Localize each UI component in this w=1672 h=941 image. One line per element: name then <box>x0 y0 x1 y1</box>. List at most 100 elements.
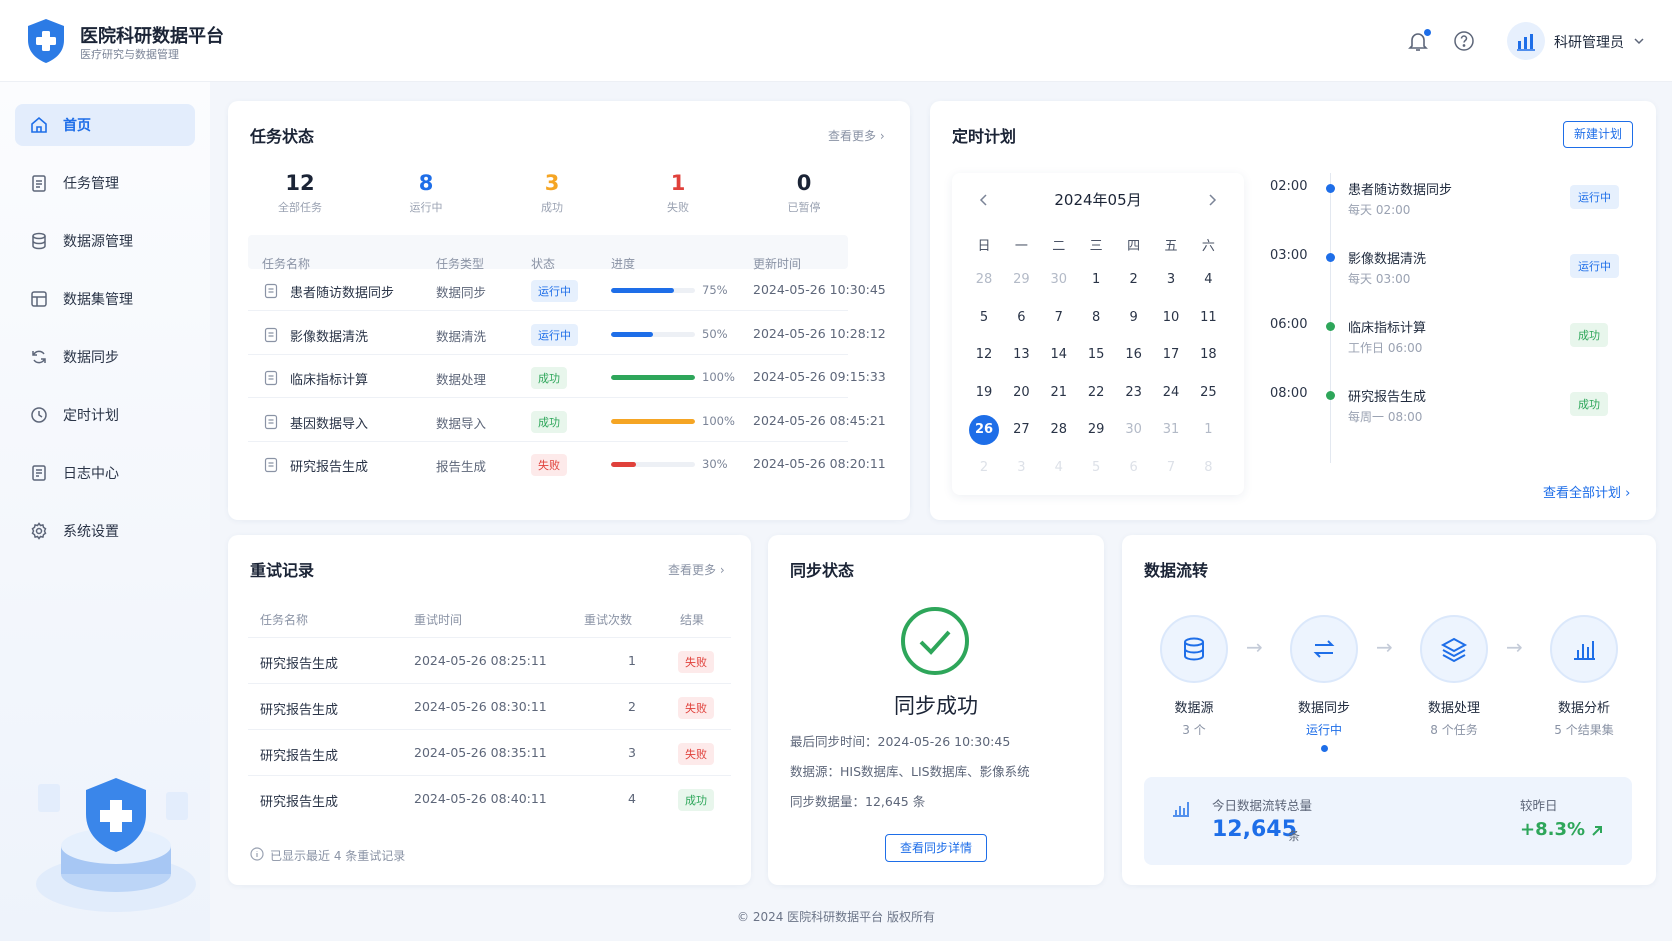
calendar-day[interactable]: 6 <box>1006 303 1036 333</box>
calendar-day[interactable]: 20 <box>1006 378 1036 408</box>
schedule-name[interactable]: 临床指标计算 <box>1348 317 1426 336</box>
calendar-day[interactable]: 10 <box>1156 303 1186 333</box>
flow-step[interactable] <box>1160 615 1228 683</box>
calendar-day[interactable]: 8 <box>1081 303 1111 333</box>
stat-label: 运行中 <box>409 201 443 214</box>
stat-label: 成功 <box>541 201 563 214</box>
chevron-down-icon[interactable] <box>1632 34 1646 48</box>
task-name[interactable]: 研究报告生成 <box>290 456 368 475</box>
calendar-day[interactable]: 17 <box>1156 340 1186 370</box>
new-plan-button[interactable]: 新建计划 <box>1563 121 1633 148</box>
task-name[interactable]: 患者随访数据同步 <box>290 282 394 301</box>
sidebar-item-data-sync[interactable]: 数据同步 <box>15 336 195 378</box>
view-all-plans-link[interactable]: 查看全部计划 › <box>1543 482 1630 501</box>
stat-item[interactable]: 3 成功 <box>492 171 612 215</box>
flow-step-name: 数据源 <box>1174 701 1214 716</box>
sidebar-item-dataset-management[interactable]: 数据集管理 <box>15 278 195 320</box>
help-icon[interactable] <box>1453 30 1475 52</box>
card-title: 定时计划 <box>952 127 1017 146</box>
calendar-day[interactable]: 29 <box>1006 265 1036 295</box>
calendar-day[interactable]: 22 <box>1081 378 1111 408</box>
calendar-day[interactable]: 28 <box>1044 415 1074 445</box>
task-name[interactable]: 临床指标计算 <box>290 369 368 388</box>
calendar-day[interactable]: 30 <box>1044 265 1074 295</box>
schedule-name[interactable]: 患者随访数据同步 <box>1348 179 1452 198</box>
progress-percent: 75% <box>702 283 728 297</box>
view-sync-details-button[interactable]: 查看同步详情 <box>885 834 987 862</box>
calendar-day[interactable]: 13 <box>1006 340 1036 370</box>
calendar-day[interactable]: 23 <box>1119 378 1149 408</box>
calendar-day[interactable]: 28 <box>969 265 999 295</box>
flow-step[interactable] <box>1550 615 1618 683</box>
calendar-day[interactable]: 12 <box>969 340 999 370</box>
calendar-day[interactable]: 2 <box>1119 265 1149 295</box>
calendar-day[interactable]: 1 <box>1081 265 1111 295</box>
update-time: 2024-05-26 10:28:12 <box>753 325 886 341</box>
retry-task-name[interactable]: 研究报告生成 <box>260 653 338 672</box>
calendar-day[interactable]: 18 <box>1193 340 1223 370</box>
sidebar-item-home[interactable]: 首页 <box>15 104 195 146</box>
sidebar-item-datasource-management[interactable]: 数据源管理 <box>15 220 195 262</box>
sidebar-item-label: 首页 <box>63 118 91 134</box>
progress-fill <box>611 462 637 467</box>
sidebar-item-schedule[interactable]: 定时计划 <box>15 394 195 436</box>
bar-chart-icon <box>1173 802 1189 817</box>
column-header: 任务名称 <box>262 257 311 271</box>
calendar-day[interactable]: 11 <box>1193 303 1223 333</box>
schedule-name[interactable]: 影像数据清洗 <box>1348 248 1426 267</box>
progress-fill <box>611 331 653 337</box>
calendar-day[interactable]: 1 <box>1193 415 1223 445</box>
retry-count: 1 <box>628 653 636 668</box>
stat-item[interactable]: 0 已暂停 <box>744 171 864 215</box>
calendar-day[interactable]: 19 <box>969 378 999 408</box>
calendar-day[interactable]: 7 <box>1156 453 1186 483</box>
calendar-day[interactable]: 27 <box>1006 415 1036 445</box>
retry-task-name[interactable]: 研究报告生成 <box>260 699 338 718</box>
calendar-day[interactable]: 21 <box>1044 378 1074 408</box>
sidebar-item-log-center[interactable]: 日志中心 <box>15 452 195 494</box>
calendar-day[interactable]: 3 <box>1156 265 1186 295</box>
chevron-right-icon[interactable] <box>1206 193 1218 207</box>
calendar-day[interactable]: 5 <box>969 303 999 333</box>
calendar-day[interactable]: 15 <box>1081 340 1111 370</box>
user-name[interactable]: 科研管理员 <box>1554 32 1624 52</box>
stat-item[interactable]: 1 失败 <box>618 171 738 215</box>
view-more-link[interactable]: 查看更多 › <box>668 561 725 578</box>
avatar[interactable] <box>1507 22 1545 60</box>
task-name[interactable]: 基因数据导入 <box>290 413 368 432</box>
calendar-day[interactable]: 24 <box>1156 378 1186 408</box>
stat-item[interactable]: 8 运行中 <box>366 171 486 215</box>
calendar-day[interactable]: 26 <box>969 415 999 445</box>
calendar-day[interactable]: 6 <box>1119 453 1149 483</box>
stat-value: 1 <box>670 171 686 195</box>
sidebar-item-task-management[interactable]: 任务管理 <box>15 162 195 204</box>
weekday-label: 二 <box>1052 239 1066 254</box>
calendar-day[interactable]: 4 <box>1193 265 1223 295</box>
calendar-day[interactable]: 9 <box>1119 303 1149 333</box>
calendar-day[interactable]: 16 <box>1119 340 1149 370</box>
task-name[interactable]: 影像数据清洗 <box>290 326 368 345</box>
calendar-day[interactable]: 2 <box>969 453 999 483</box>
calendar-day[interactable]: 14 <box>1044 340 1074 370</box>
gear-icon <box>31 522 47 540</box>
calendar-day[interactable]: 3 <box>1006 453 1036 483</box>
stat-item[interactable]: 12 全部任务 <box>240 171 360 215</box>
schedule-name[interactable]: 研究报告生成 <box>1348 386 1426 405</box>
sidebar-item-settings[interactable]: 系统设置 <box>15 510 195 552</box>
calendar-day[interactable]: 5 <box>1081 453 1111 483</box>
calendar-day[interactable]: 29 <box>1081 415 1111 445</box>
calendar-day[interactable]: 7 <box>1044 303 1074 333</box>
retry-task-name[interactable]: 研究报告生成 <box>260 745 338 764</box>
progress-fill <box>611 288 674 293</box>
retry-task-name[interactable]: 研究报告生成 <box>260 791 338 810</box>
calendar-day[interactable]: 25 <box>1193 378 1223 408</box>
stat-label: 已暂停 <box>787 201 821 214</box>
calendar-day[interactable]: 31 <box>1156 415 1186 445</box>
calendar-day[interactable]: 30 <box>1119 415 1149 445</box>
flow-step[interactable] <box>1290 615 1358 683</box>
calendar-day[interactable]: 4 <box>1044 453 1074 483</box>
timeline-line <box>1330 173 1331 463</box>
flow-step[interactable] <box>1420 615 1488 683</box>
view-more-link[interactable]: 查看更多 › <box>828 127 885 144</box>
calendar-day[interactable]: 8 <box>1193 453 1223 483</box>
